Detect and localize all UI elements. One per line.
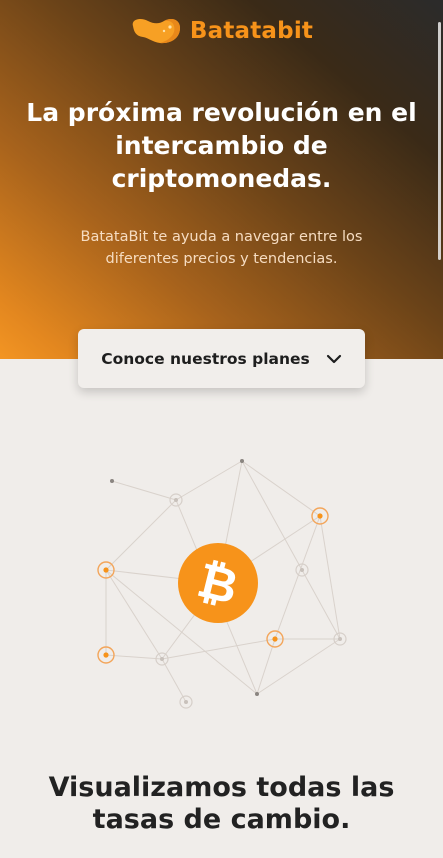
- plans-button[interactable]: Conoce nuestros planes: [78, 329, 365, 388]
- hero-headline: La próxima revolución en el intercambio …: [26, 98, 417, 193]
- plans-button-label: Conoce nuestros planes: [101, 349, 310, 368]
- hero-section: Batatabit La próxima revolución en el in…: [0, 0, 443, 359]
- potato-logo-icon: [130, 16, 182, 46]
- chevron-down-icon: [326, 354, 342, 364]
- scrollbar[interactable]: [438, 22, 441, 260]
- bitcoin-icon: ₿: [178, 543, 258, 623]
- hero-subtitle: BatataBit te ayuda a navegar entre los d…: [80, 229, 363, 267]
- brand-name: Batatabit: [189, 18, 314, 44]
- brand[interactable]: Batatabit: [0, 16, 443, 46]
- crypto-network-illustration: ₿: [90, 448, 360, 718]
- section-title: Visualizamos todas las tasas de cambio.: [48, 772, 395, 835]
